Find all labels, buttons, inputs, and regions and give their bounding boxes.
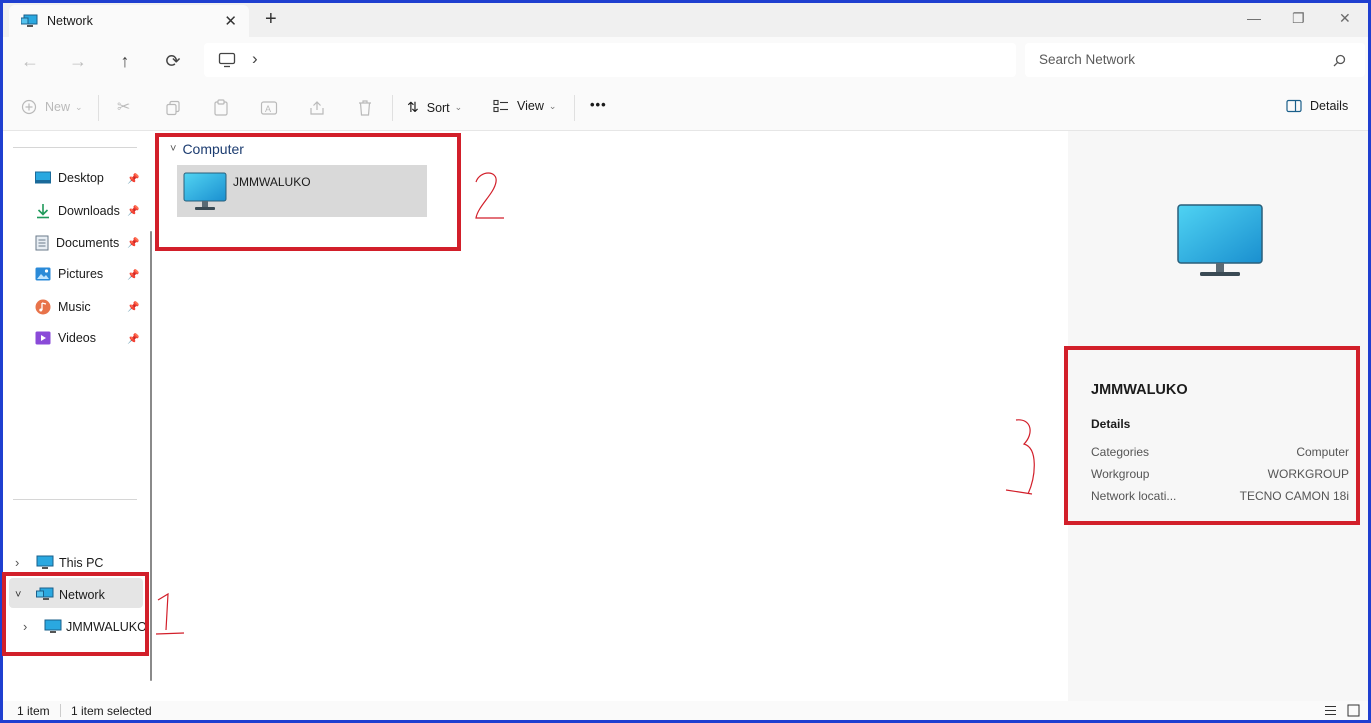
documents-icon xyxy=(35,235,49,251)
annotation-box-1 xyxy=(2,572,149,656)
close-button[interactable]: ✕ xyxy=(1339,10,1351,27)
pin-icon[interactable]: 📌 xyxy=(127,270,139,281)
item-count: 1 item xyxy=(17,704,50,718)
sort-label: Sort xyxy=(426,100,450,115)
new-button[interactable]: New ⌄ xyxy=(21,99,83,115)
this-pc-icon xyxy=(218,52,236,68)
search-icon xyxy=(1333,54,1346,67)
selection-count: 1 item selected xyxy=(71,704,152,718)
annotation-number-2 xyxy=(475,172,504,219)
annotation-number-3 xyxy=(1005,419,1035,495)
downloads-icon xyxy=(37,204,49,219)
network-icon xyxy=(21,14,38,27)
pin-icon[interactable]: 📌 xyxy=(127,206,139,217)
divider xyxy=(98,95,99,121)
chevron-down-icon: ⌄ xyxy=(75,101,83,112)
more-options-button[interactable]: ••• xyxy=(590,97,607,112)
command-bar: New ⌄ ✂ A ⇅ Sort ⌄ View ⌄ ••• Details xyxy=(3,85,1368,131)
address-chevron-icon[interactable]: › xyxy=(252,49,258,69)
sidebar-item-documents[interactable]: Documents xyxy=(35,235,119,251)
list-view-icon[interactable] xyxy=(1324,704,1337,717)
sort-icon: ⇅ xyxy=(407,99,419,115)
annotation-box-3 xyxy=(1064,346,1360,525)
music-icon xyxy=(35,299,51,315)
sidebar-item-videos[interactable]: Videos xyxy=(35,331,96,345)
videos-icon xyxy=(35,331,51,345)
sidebar-item-label: Videos xyxy=(58,331,96,345)
divider xyxy=(60,704,61,717)
view-icon xyxy=(493,99,508,113)
sidebar-item-pictures[interactable]: Pictures xyxy=(35,267,103,281)
divider xyxy=(13,499,137,500)
minimize-button[interactable]: — xyxy=(1247,10,1261,26)
sidebar-item-label: Pictures xyxy=(58,267,104,281)
search-input[interactable]: Search Network xyxy=(1039,52,1135,67)
rename-icon[interactable]: A xyxy=(260,99,278,117)
sidebar-item-music[interactable]: Music xyxy=(35,299,91,315)
sidebar-item-label: Documents xyxy=(56,236,120,250)
chevron-right-icon[interactable]: › xyxy=(15,555,33,570)
tiles-view-icon[interactable] xyxy=(1347,704,1360,717)
sidebar-item-label: This PC xyxy=(59,555,104,570)
sidebar-item-desktop[interactable]: Desktop xyxy=(35,171,104,185)
pictures-icon xyxy=(35,267,51,281)
sidebar-item-downloads[interactable]: Downloads xyxy=(35,203,120,219)
sort-button[interactable]: ⇅ Sort ⌄ xyxy=(407,99,462,116)
annotation-number-1 xyxy=(155,592,185,635)
pin-icon[interactable]: 📌 xyxy=(127,302,139,313)
forward-button[interactable]: → xyxy=(66,49,90,73)
plus-circle-icon xyxy=(21,99,37,115)
chevron-down-icon: ⌄ xyxy=(454,102,463,112)
paste-icon[interactable] xyxy=(213,99,229,117)
share-icon[interactable] xyxy=(308,99,326,117)
tab-strip: Network ✕ + — ❐ ✕ xyxy=(3,3,1368,37)
sidebar-item-label: Music xyxy=(58,300,91,314)
tab-network[interactable]: Network ✕ xyxy=(9,5,249,37)
computer-icon xyxy=(1177,204,1263,276)
this-pc-icon xyxy=(36,555,54,569)
pin-icon[interactable]: 📌 xyxy=(127,238,139,249)
pin-icon[interactable]: 📌 xyxy=(127,174,139,185)
tab-title: Network xyxy=(47,14,93,28)
details-pane-icon xyxy=(1286,99,1302,113)
maximize-button[interactable]: ❐ xyxy=(1292,10,1305,27)
tab-close-button[interactable]: ✕ xyxy=(224,12,237,30)
pin-icon[interactable]: 📌 xyxy=(127,334,139,345)
divider xyxy=(574,95,575,121)
details-pane-button[interactable]: Details xyxy=(1286,99,1348,113)
up-button[interactable]: ↑ xyxy=(113,49,137,73)
annotation-box-2 xyxy=(155,133,461,251)
sidebar-item-label: Desktop xyxy=(58,171,104,185)
delete-icon[interactable] xyxy=(357,99,373,117)
view-button[interactable]: View ⌄ xyxy=(493,99,556,113)
status-bar: 1 item 1 item selected xyxy=(3,701,1368,720)
new-tab-button[interactable]: + xyxy=(265,8,277,31)
details-label: Details xyxy=(1310,99,1349,113)
svg-text:A: A xyxy=(265,104,271,114)
divider xyxy=(392,95,393,121)
new-label: New xyxy=(45,100,71,114)
sidebar-item-label: Downloads xyxy=(58,204,120,218)
back-button[interactable]: ← xyxy=(18,49,42,73)
search-box[interactable]: Search Network xyxy=(1025,43,1365,77)
view-label: View xyxy=(517,99,544,113)
refresh-button[interactable]: ⟳ xyxy=(161,49,185,73)
navigation-bar: ← → ↑ ⟳ › Search Network xyxy=(3,37,1368,85)
divider xyxy=(13,147,137,148)
sidebar-item-this-pc[interactable]: › This PC xyxy=(15,555,103,570)
chevron-down-icon: ⌄ xyxy=(548,100,557,111)
copy-icon[interactable] xyxy=(165,100,181,116)
address-bar[interactable]: › xyxy=(204,43,1016,77)
cut-icon[interactable]: ✂ xyxy=(117,97,130,117)
desktop-icon xyxy=(35,171,51,184)
